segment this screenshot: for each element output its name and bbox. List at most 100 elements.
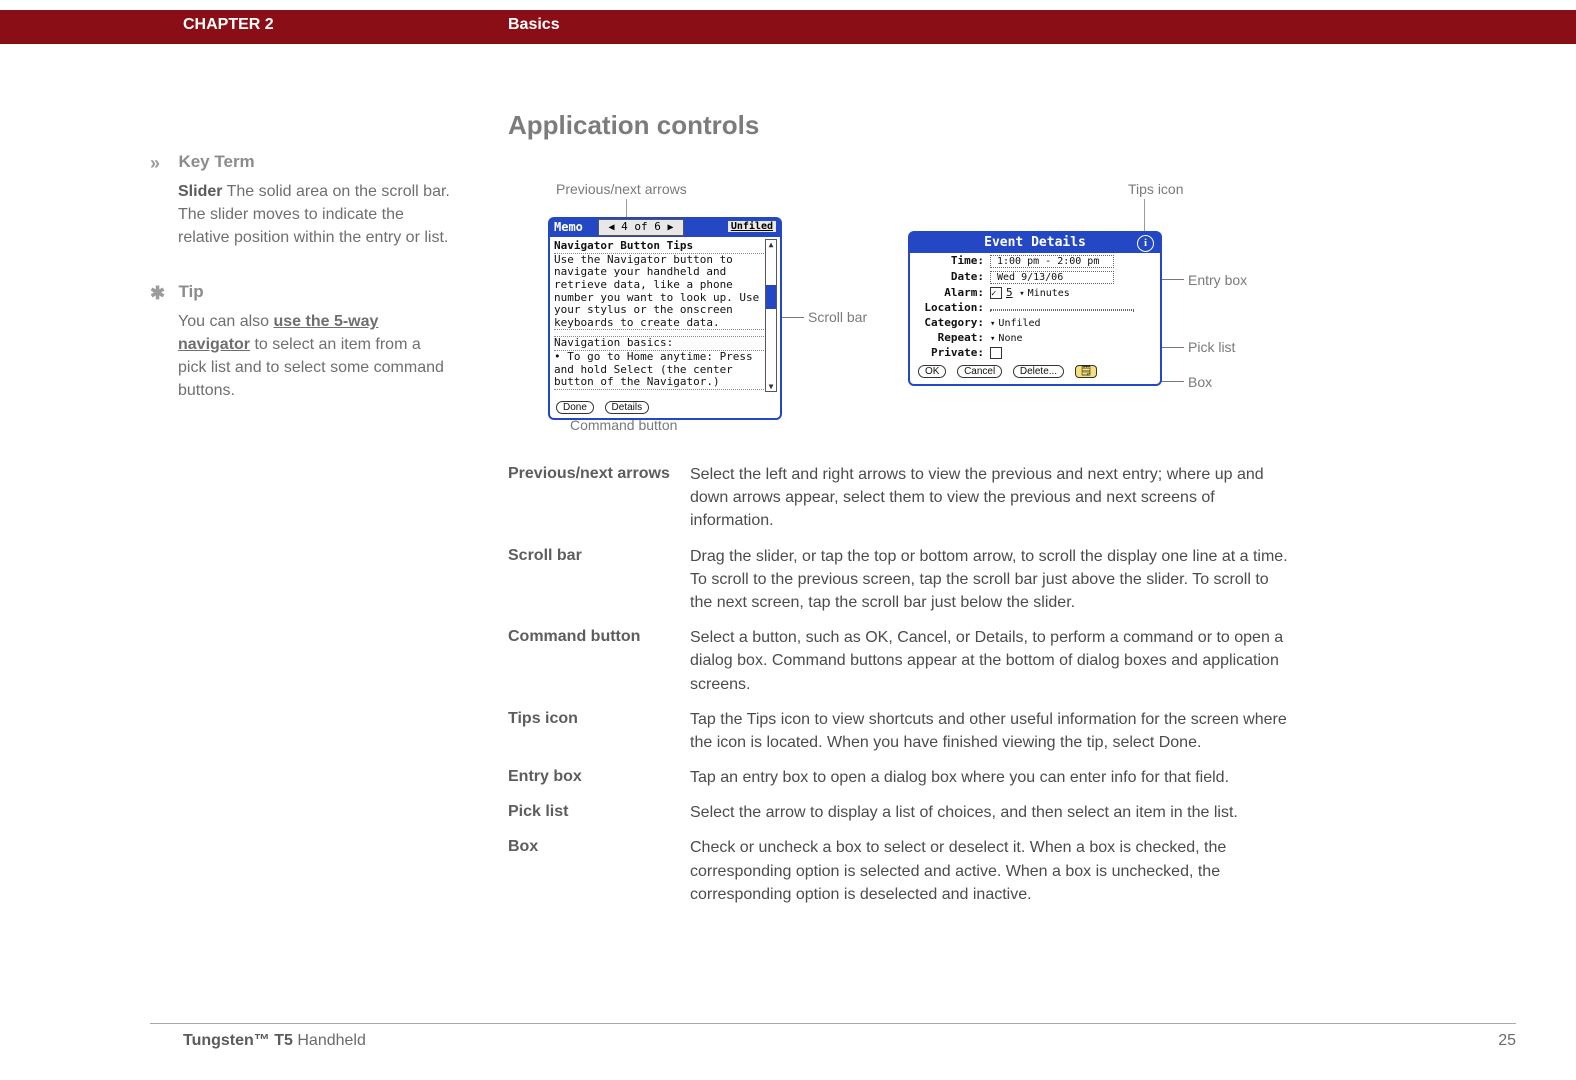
alarm-units-picklist[interactable]: Minutes <box>1019 288 1070 299</box>
def-body: Select the arrow to display a list of ch… <box>690 795 1288 830</box>
time-label: Time: <box>918 254 984 267</box>
memo-category-picker[interactable]: Unfiled <box>728 221 776 232</box>
next-arrow-icon[interactable]: ▶ <box>668 222 674 233</box>
callout-line <box>1160 347 1184 348</box>
def-body: Tap the Tips icon to view shortcuts and … <box>690 702 1288 760</box>
memo-line: Use the Navigator button to navigate you… <box>554 254 768 331</box>
memo-command-buttons: Done Details <box>556 400 653 414</box>
tip-body: You can also use the 5-way navigator to … <box>178 310 450 403</box>
control-definitions: Previous/next arrowsSelect the left and … <box>508 457 1288 912</box>
tips-icon[interactable]: i <box>1137 235 1154 252</box>
time-entry-box[interactable]: 1:00 pm - 2:00 pm <box>990 255 1114 268</box>
private-checkbox[interactable] <box>990 347 1002 359</box>
page: CHAPTER 2 Basics » Key Term Slider The s… <box>0 0 1576 1080</box>
record-counter: 4 of 6 <box>621 220 661 233</box>
figure-callout-area: Previous/next arrows Scroll bar Command … <box>508 159 1288 439</box>
ok-button[interactable]: OK <box>918 365 946 378</box>
scroll-up-arrow-icon[interactable]: ▲ <box>766 240 776 249</box>
repeat-row: Repeat: None <box>910 330 1160 345</box>
category-label: Category: <box>918 316 984 329</box>
callout-line <box>1144 199 1145 233</box>
key-term-word: Slider <box>178 183 222 200</box>
prev-arrow-icon[interactable]: ◀ <box>608 222 614 233</box>
prev-next-arrows[interactable]: ◀ 4 of 6 ▶ <box>598 219 684 236</box>
main-column: Application controls Previous/next arrow… <box>508 110 1288 912</box>
def-term: Previous/next arrows <box>508 457 690 539</box>
def-term: Tips icon <box>508 702 690 760</box>
def-body: Select a button, such as OK, Cancel, or … <box>690 620 1288 702</box>
def-body: Drag the slider, or tap the top or botto… <box>690 539 1288 621</box>
def-term: Entry box <box>508 760 690 795</box>
memo-screenshot: Memo ◀ 4 of 6 ▶ Unfiled Navigator Button… <box>548 217 782 420</box>
event-titlebar: Event Details i <box>910 233 1160 253</box>
event-title: Event Details <box>984 235 1086 250</box>
tip-heading: Tip <box>178 280 203 305</box>
callout-entry-box: Entry box <box>1188 272 1247 288</box>
memo-titlebar: Memo ◀ 4 of 6 ▶ Unfiled <box>550 219 780 237</box>
tip-icon: ✱ <box>150 280 174 306</box>
callout-tips-icon: Tips icon <box>1128 181 1184 197</box>
callout-line <box>1160 381 1184 382</box>
alarm-label: Alarm: <box>918 286 984 299</box>
key-term-heading: Key Term <box>178 150 254 175</box>
location-label: Location: <box>918 301 984 314</box>
repeat-label: Repeat: <box>918 331 984 344</box>
memo-line: Navigation basics: <box>554 337 768 351</box>
page-title: Application controls <box>508 110 1288 141</box>
category-picklist[interactable]: Unfiled <box>990 318 1041 329</box>
key-term-block: » Key Term Slider The solid area on the … <box>150 150 450 250</box>
time-row: Time: 1:00 pm - 2:00 pm <box>910 253 1160 269</box>
table-row: BoxCheck or uncheck a box to select or d… <box>508 830 1288 912</box>
date-row: Date: Wed 9/13/06 <box>910 269 1160 285</box>
section-label: Basics <box>508 16 560 34</box>
callout-line <box>780 317 804 318</box>
callout-prevnext: Previous/next arrows <box>556 181 687 197</box>
memo-app-label: Memo <box>554 220 583 234</box>
scroll-bar[interactable]: ▲ ▼ <box>765 239 777 392</box>
table-row: Pick listSelect the arrow to display a l… <box>508 795 1288 830</box>
date-entry-box[interactable]: Wed 9/13/06 <box>990 271 1114 284</box>
def-body: Tap an entry box to open a dialog box wh… <box>690 760 1288 795</box>
scroll-slider[interactable] <box>766 285 776 309</box>
table-row: Tips iconTap the Tips icon to view short… <box>508 702 1288 760</box>
location-row: Location: <box>910 300 1160 315</box>
tip-block: ✱ Tip You can also use the 5-way navigat… <box>150 280 450 403</box>
def-term: Box <box>508 830 690 912</box>
event-details-screenshot: Event Details i Time: 1:00 pm - 2:00 pm D… <box>908 231 1162 386</box>
alarm-checkbox[interactable] <box>990 287 1002 299</box>
event-command-buttons: OK Cancel Delete... 🗒 <box>910 360 1160 384</box>
table-row: Entry boxTap an entry box to open a dial… <box>508 760 1288 795</box>
scroll-down-arrow-icon[interactable]: ▼ <box>766 382 776 391</box>
tip-pre: You can also <box>178 313 273 330</box>
footer-product-suffix: Handheld <box>293 1032 366 1049</box>
def-term: Scroll bar <box>508 539 690 621</box>
chapter-label: CHAPTER 2 <box>183 16 274 34</box>
table-row: Previous/next arrowsSelect the left and … <box>508 457 1288 539</box>
table-row: Scroll barDrag the slider, or tap the to… <box>508 539 1288 621</box>
cancel-button[interactable]: Cancel <box>957 365 1002 378</box>
done-button[interactable]: Done <box>556 401 594 414</box>
date-label: Date: <box>918 270 984 283</box>
private-row: Private: <box>910 345 1160 360</box>
page-number: 25 <box>1498 1032 1516 1050</box>
key-term-definition: Slider The solid area on the scroll bar.… <box>178 180 450 250</box>
note-button[interactable]: 🗒 <box>1075 365 1098 378</box>
def-term: Command button <box>508 620 690 702</box>
chapter-band: CHAPTER 2 Basics <box>0 10 1576 44</box>
callout-scrollbar: Scroll bar <box>808 309 867 325</box>
def-body: Check or uncheck a box to select or dese… <box>690 830 1288 912</box>
footer-product: Tungsten™ T5 Handheld <box>183 1032 366 1050</box>
callout-line <box>1160 279 1184 280</box>
margin-notes: » Key Term Slider The solid area on the … <box>150 150 450 433</box>
alarm-row: Alarm: 5 Minutes <box>910 285 1160 300</box>
repeat-picklist[interactable]: None <box>990 333 1023 344</box>
alarm-value[interactable]: 5 <box>1006 286 1013 299</box>
category-row: Category: Unfiled <box>910 315 1160 330</box>
def-body: Select the left and right arrows to view… <box>690 457 1288 539</box>
location-entry-box[interactable] <box>990 309 1134 311</box>
callout-pick-list: Pick list <box>1188 339 1235 355</box>
table-row: Command buttonSelect a button, such as O… <box>508 620 1288 702</box>
private-label: Private: <box>918 346 984 359</box>
details-button[interactable]: Details <box>605 401 650 414</box>
delete-button[interactable]: Delete... <box>1013 365 1064 378</box>
